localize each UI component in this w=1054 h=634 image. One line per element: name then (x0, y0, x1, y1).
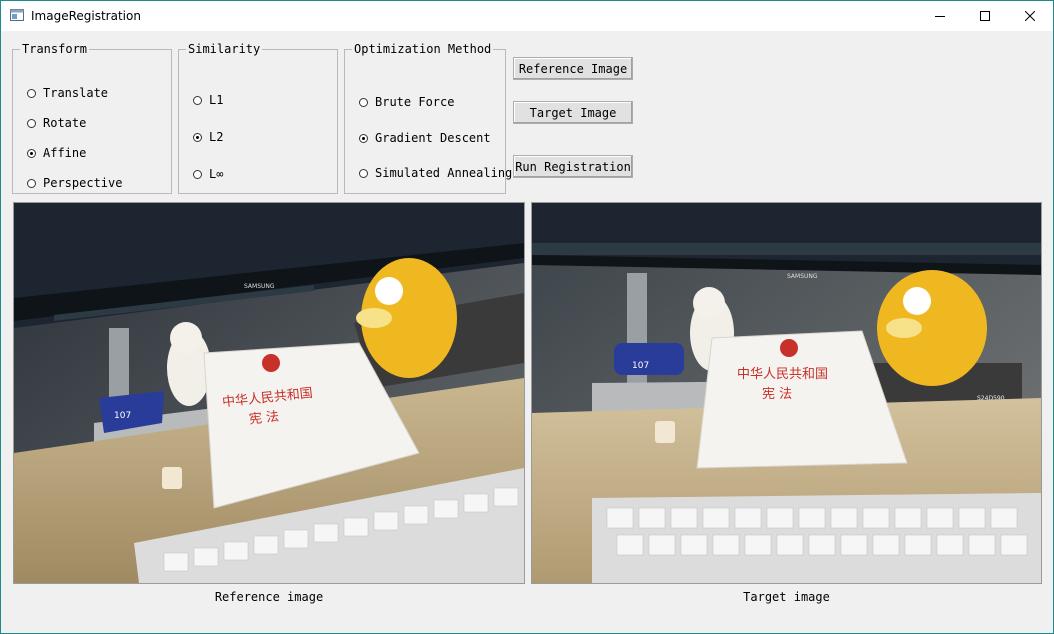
maximize-icon (980, 11, 990, 21)
radio-brute-force[interactable]: Brute Force (359, 95, 454, 109)
radio-perspective[interactable]: Perspective (27, 176, 122, 190)
radio-label: L2 (209, 130, 224, 144)
radio-indicator (359, 97, 368, 107)
maximize-button[interactable] (962, 1, 1008, 31)
radio-indicator-checked (359, 133, 368, 143)
monitor-brand-label: SAMSUNG (244, 283, 275, 290)
radio-simulated-annealing[interactable]: Simulated Annealing (359, 166, 512, 180)
reference-image-caption: Reference image (214, 590, 324, 604)
radio-indicator (27, 118, 36, 128)
target-image-view: SAMSUNG 107 S24D590 中华人民共和国 宪 法 (531, 202, 1042, 584)
radio-indicator (359, 168, 368, 178)
radio-l1[interactable]: L1 (193, 93, 223, 107)
app-window-icon (10, 9, 24, 21)
close-button[interactable] (1007, 1, 1053, 31)
radio-label: Brute Force (375, 95, 455, 109)
reference-image-view: SAMSUNG 107 中华人民共和国 宪 法 (13, 202, 525, 584)
radio-label: Simulated Annealing (375, 166, 513, 180)
radio-indicator (193, 95, 202, 105)
radio-affine[interactable]: Affine (27, 146, 86, 160)
app-window: ImageRegistration Transform Translate Ro… (0, 0, 1054, 634)
book-subtitle-label: 宪 法 (248, 409, 280, 428)
radio-label: L1 (209, 93, 224, 107)
target-image-caption: Target image (743, 590, 830, 604)
radio-indicator-checked (27, 148, 36, 158)
minimize-icon (935, 16, 945, 17)
radio-label: Gradient Descent (375, 131, 491, 145)
radio-label: Rotate (43, 116, 87, 130)
title-bar[interactable]: ImageRegistration (1, 1, 1053, 31)
run-registration-button[interactable]: Run Registration (513, 155, 633, 178)
optimization-group: Optimization Method Brute Force Gradient… (344, 42, 512, 194)
optimization-legend: Optimization Method (354, 42, 492, 56)
radio-indicator (193, 169, 202, 179)
similarity-legend: Similarity (188, 42, 261, 56)
transform-group: Transform Translate Rotate Affine Perspe… (12, 42, 172, 194)
book-title-label: 中华人民共和国 (737, 367, 828, 382)
minimize-button[interactable] (917, 1, 963, 31)
radio-rotate[interactable]: Rotate (27, 116, 86, 130)
radio-indicator (27, 88, 36, 98)
close-icon (1025, 11, 1035, 21)
radio-indicator-checked (193, 132, 202, 142)
radio-l2[interactable]: L2 (193, 130, 223, 144)
radio-linf[interactable]: L∞ (193, 167, 223, 181)
reference-image-button[interactable]: Reference Image (513, 57, 633, 80)
cup-number-label: 107 (114, 411, 131, 421)
cup-number-label: 107 (632, 361, 649, 371)
reference-photo: SAMSUNG 107 中华人民共和国 宪 法 (14, 203, 524, 583)
radio-gradient-descent[interactable]: Gradient Descent (359, 131, 491, 145)
similarity-group: Similarity L1 L2 L∞ (178, 42, 338, 194)
radio-indicator (27, 178, 36, 188)
window-title: ImageRegistration (31, 9, 141, 23)
radio-label: Perspective (43, 176, 123, 190)
monitor-brand-label: SAMSUNG (787, 273, 818, 280)
book-subtitle-label: 宪 法 (762, 386, 792, 402)
radio-label: Affine (43, 146, 87, 160)
radio-translate[interactable]: Translate (27, 86, 108, 100)
target-image-button[interactable]: Target Image (513, 101, 633, 124)
target-photo: SAMSUNG 107 S24D590 中华人民共和国 宪 法 (532, 203, 1041, 583)
radio-label: Translate (43, 86, 109, 100)
transform-legend: Transform (22, 42, 88, 56)
radio-label: L∞ (209, 167, 224, 181)
